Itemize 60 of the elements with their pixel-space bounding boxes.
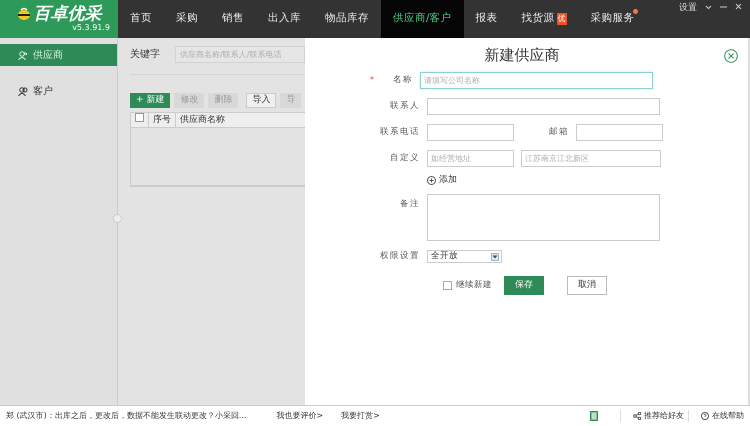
nav-tab[interactable]: 报表 [464,0,510,38]
status-message: 郑 (武汉市)：出库之后，更改后，数据不能发生联动更改？小采回... [6,410,246,422]
document-icon[interactable] [590,411,598,421]
status-link[interactable]: 我要打赏> [341,410,380,422]
input-field[interactable]: 江苏南京江北新区 [521,150,661,166]
cancel-button[interactable]: 取消 [567,276,607,295]
nav-tab[interactable]: 找货源 优 [510,0,579,38]
dropdown-arrow-icon[interactable] [491,252,499,260]
field-label: 权限设置 [379,250,420,263]
nav-tab[interactable]: 物品库存 [313,0,381,38]
column-header: 序号 [149,112,176,128]
save-button[interactable]: 保存 [504,276,544,295]
input-field[interactable] [427,98,660,114]
required-mark: * [369,74,374,86]
checkbox-label: 继续新建 [456,279,492,292]
plus-circle-icon [427,176,436,185]
nav-tab[interactable]: 采购 [164,0,210,38]
select-all-checkbox[interactable] [135,112,144,122]
badge: 优 [556,13,567,25]
close-icon[interactable] [735,2,742,12]
dialog-title: 新建供应商 [484,45,560,66]
add-link[interactable]: 添加 [427,174,457,187]
help-button[interactable]: 在线帮助 [688,410,744,422]
input-field[interactable] [576,124,663,140]
field-label: 自定义 [389,152,420,164]
toolbar-button[interactable]: 导入 [246,93,276,108]
sidebar-item[interactable]: 供应商 [0,44,117,66]
field-label: 联系电话 [379,126,420,138]
app-logo-name: 百卓优采 [34,6,102,23]
nav-tab[interactable]: 采购服务 [578,0,647,38]
share-icon [633,412,641,420]
nav-tab[interactable]: 销售 [210,0,256,38]
new-button[interactable]: + 新建 [130,93,170,108]
person-icon [18,50,28,60]
search-field[interactable]: 供应商名称/联系人/联系电话 [175,46,305,63]
input-field[interactable]: 请填写公司名称 [420,72,653,88]
nav-tab[interactable]: 出入库 [256,0,313,38]
permission-select[interactable]: 全开放 [427,250,502,263]
settings-menu[interactable]: 设置 [679,2,697,16]
field-label: 邮箱 [548,126,569,138]
share-button[interactable]: 推荐给好友 [620,410,684,422]
field-label: 联系人 [389,100,420,112]
field-label: 备注 [399,198,420,211]
nav-tab[interactable]: 供应商/客户 [381,0,464,38]
field-label: 名称 [392,74,413,86]
input-field[interactable] [427,124,514,140]
keyword-label: 关键字 [130,48,160,62]
people-icon [18,86,28,96]
version-label: v5.3.91.9 [72,22,110,32]
input-field[interactable]: 如经营地址 [427,150,514,166]
close-icon[interactable] [724,49,738,63]
sidebar-item[interactable]: 客户 [0,80,117,102]
column-header: 供应商名称 [179,114,226,126]
bee-logo-icon [16,7,30,22]
nav-tab[interactable]: 首页 [118,0,164,38]
help-icon [701,412,709,420]
checkbox[interactable] [443,281,452,290]
remarks-field[interactable] [427,194,660,241]
status-link[interactable]: 我也要评价> [276,410,324,422]
collapse-handle[interactable] [113,214,122,223]
